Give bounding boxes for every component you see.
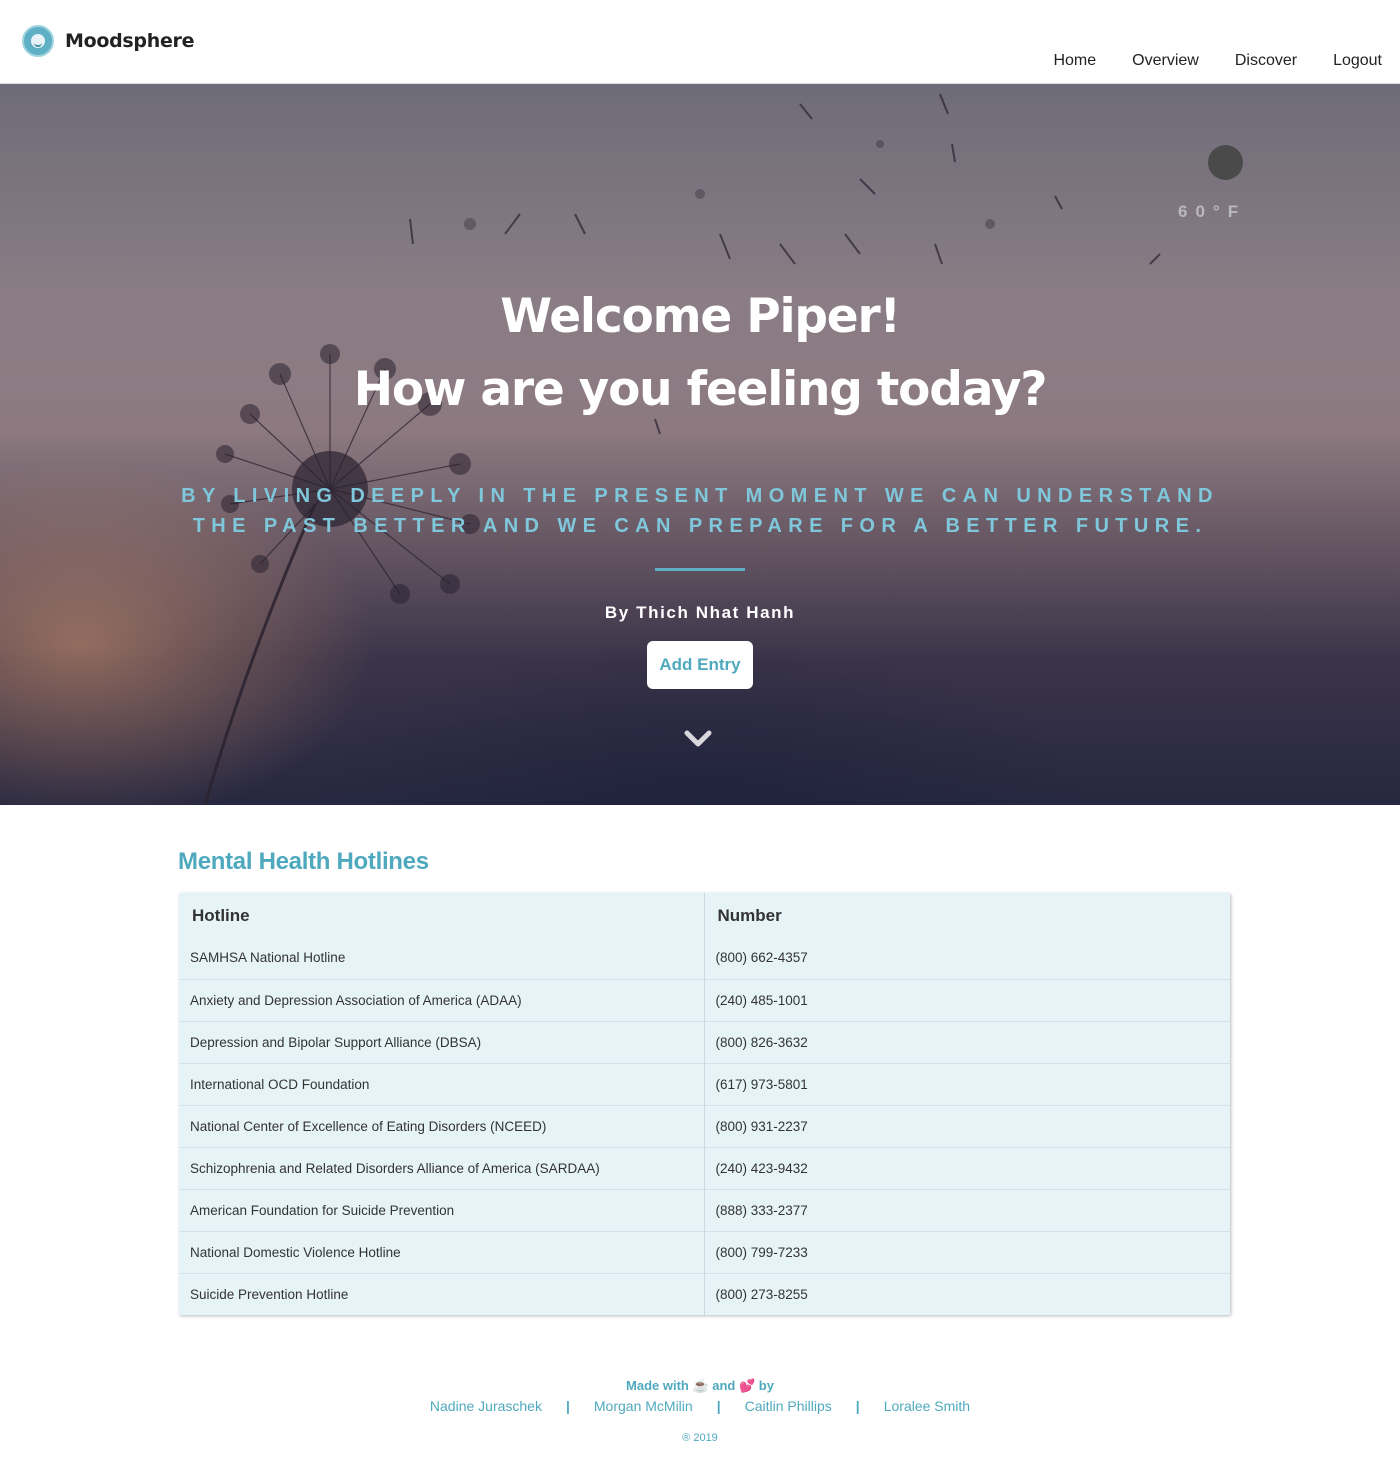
nav-discover[interactable]: Discover [1235,52,1297,70]
hotline-number: (240) 423-9432 [704,1146,1230,1189]
dandelion-background-image [203,93,1161,805]
author-link-nadine[interactable]: Nadine Juraschek [430,1398,542,1414]
hotline-name: Depression and Bipolar Support Alliance … [179,1020,705,1063]
footer-made-with: Made with ☕ and 💕 by [626,1378,774,1393]
nav-overview[interactable]: Overview [1132,52,1199,70]
table-row: National Center of Excellence of Eating … [179,1104,1230,1147]
hotline-name: SAMHSA National Hotline [179,937,705,979]
table-row: Suicide Prevention Hotline (800) 273-825… [179,1272,1230,1315]
add-entry-button[interactable]: Add Entry [647,641,753,689]
chevron-down-icon[interactable] [684,729,712,749]
hotline-name: American Foundation for Suicide Preventi… [179,1188,705,1231]
hotline-number: (240) 485-1001 [704,978,1230,1021]
brand-name: Moodsphere [65,30,195,52]
column-header-hotline: Hotline [179,893,705,937]
hotlines-title: Mental Health Hotlines [178,848,429,875]
welcome-question: How are you feeling today? [353,362,1048,417]
main-nav: Home Overview Discover Logout [1017,52,1382,70]
table-row: Depression and Bipolar Support Alliance … [179,1020,1230,1063]
hotline-number: (800) 273-8255 [704,1272,1230,1315]
hotline-number: (800) 826-3632 [704,1020,1230,1063]
hotline-number: (800) 799-7233 [704,1230,1230,1273]
hotline-number: (617) 973-5801 [704,1062,1230,1105]
table-row: National Domestic Violence Hotline (800)… [179,1230,1230,1273]
daily-quote: BY LIVING DEEPLY IN THE PRESENT MOMENT W… [181,485,1219,537]
weather-temperature: 60°F [1178,202,1247,221]
nav-logout[interactable]: Logout [1333,52,1382,70]
table-row: SAMHSA National Hotline (800) 662-4357 [179,937,1230,979]
quote-author: By Thich Nhat Hanh [604,603,796,622]
hotline-name: Anxiety and Depression Association of Am… [179,978,705,1021]
weather-icon [1208,145,1243,180]
welcome-heading: Welcome Piper! How are you feeling today… [0,280,1400,426]
top-nav-bar: Moodsphere Home Overview Discover Logout [0,0,1400,84]
hotline-name: Suicide Prevention Hotline [179,1272,705,1315]
hotline-number: (800) 931-2237 [704,1104,1230,1147]
brand[interactable]: Moodsphere [22,25,195,57]
author-link-caitlin[interactable]: Caitlin Phillips [745,1398,832,1414]
hotlines-table: Hotline Number SAMHSA National Hotline (… [179,893,1230,1315]
footer-separator: | [716,1398,721,1414]
author-link-loralee[interactable]: Loralee Smith [884,1398,970,1414]
column-header-number: Number [717,906,782,925]
hotline-name: Schizophrenia and Related Disorders Alli… [179,1146,705,1189]
hotline-name: National Domestic Violence Hotline [179,1230,705,1273]
hotline-number: (888) 333-2377 [704,1188,1230,1231]
nav-home[interactable]: Home [1053,52,1096,70]
table-row: American Foundation for Suicide Preventi… [179,1188,1230,1231]
author-link-morgan[interactable]: Morgan McMilin [594,1398,693,1414]
footer-copyright: ® 2019 [682,1432,718,1444]
table-row: Schizophrenia and Related Disorders Alli… [179,1146,1230,1189]
hotline-name: International OCD Foundation [179,1062,705,1105]
hotline-name: National Center of Excellence of Eating … [179,1104,705,1147]
moodsphere-logo-icon [22,25,54,57]
table-row: Anxiety and Depression Association of Am… [179,978,1230,1021]
quote-divider [655,568,745,571]
hero-banner: 60°F Welcome Piper! How are you feeling … [0,84,1400,805]
footer-separator: | [565,1398,570,1414]
footer-authors: Nadine Juraschek | Morgan McMilin | Cait… [0,1398,1400,1414]
table-row: International OCD Foundation (617) 973-5… [179,1062,1230,1105]
footer-separator: | [855,1398,860,1414]
hotline-number: (800) 662-4357 [715,950,808,966]
welcome-greeting: Welcome Piper! [500,289,901,344]
